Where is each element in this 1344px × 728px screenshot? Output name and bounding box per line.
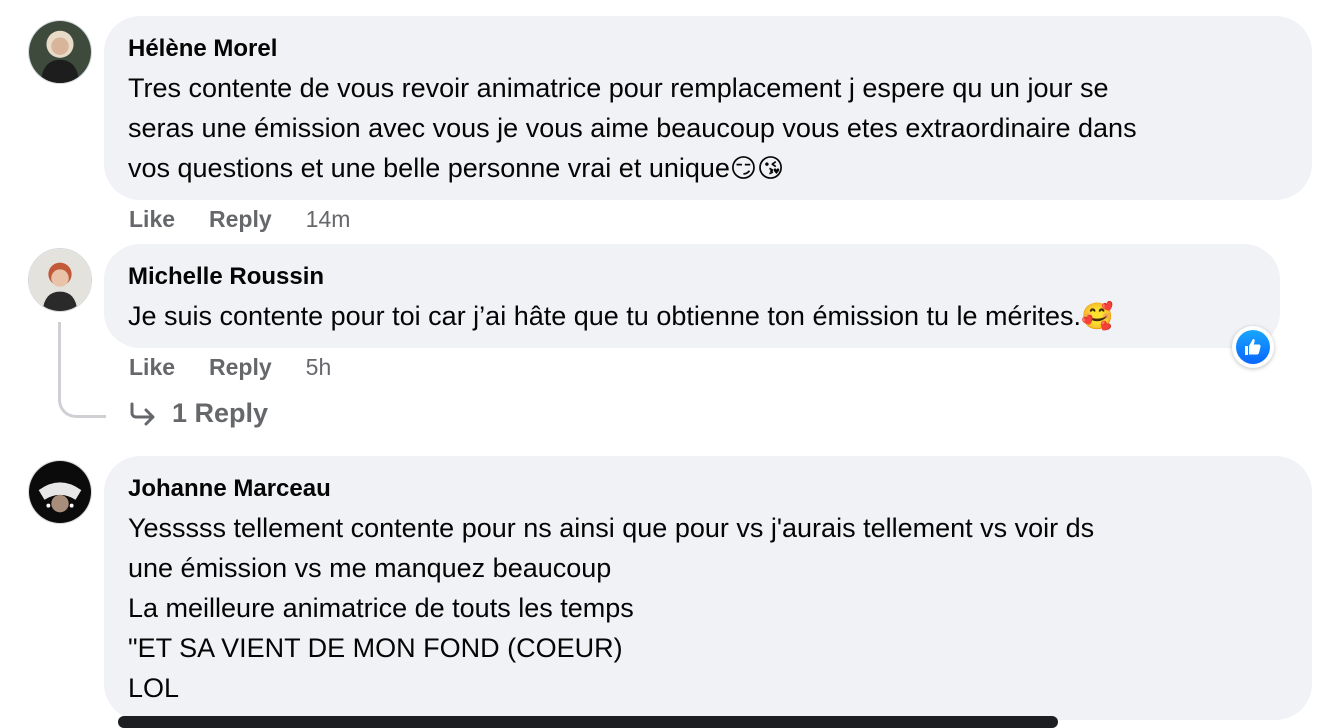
avatar[interactable] bbox=[28, 460, 92, 524]
reply-arrow-icon bbox=[130, 402, 155, 425]
comment-line: vos questions et une belle personne vrai… bbox=[128, 153, 730, 183]
thumbs-up-icon bbox=[1236, 330, 1270, 364]
comment-line: "ET SA VIENT DE MON FOND (COEUR) bbox=[128, 633, 623, 663]
comment-line: Yesssss tellement contente pour ns ainsi… bbox=[128, 513, 1095, 543]
comment-line: une émission vs me manquez beaucoup bbox=[128, 553, 612, 583]
comment-bubble: Johanne Marceau Yesssss tellement conten… bbox=[104, 456, 1312, 720]
like-button[interactable]: Like bbox=[129, 353, 175, 381]
thread-connector bbox=[58, 322, 106, 418]
comment-line-last: vos questions et une belle personne vrai… bbox=[128, 148, 1288, 189]
avatar[interactable] bbox=[28, 20, 92, 84]
comment-line-last: Je suis contente pour toi car j’ai hâte … bbox=[128, 296, 1256, 337]
comment-line: seras une émission avec vous je vous aim… bbox=[128, 113, 1137, 143]
comment-actions: Like Reply 14m bbox=[129, 205, 350, 233]
comment-author[interactable]: Michelle Roussin bbox=[128, 262, 1256, 292]
replies-count[interactable]: 1 Reply bbox=[172, 398, 268, 429]
comment-line: Je suis contente pour toi car j’ai hâte … bbox=[128, 301, 1082, 331]
attached-media-edge bbox=[118, 716, 1058, 728]
timestamp[interactable]: 14m bbox=[306, 205, 351, 233]
comment-author[interactable]: Johanne Marceau bbox=[128, 474, 1288, 504]
emoji: 😏😘 bbox=[729, 154, 785, 184]
like-button[interactable]: Like bbox=[129, 205, 175, 233]
emoji: 🥰 bbox=[1081, 302, 1114, 332]
comment-line: La meilleure animatrice de touts les tem… bbox=[128, 593, 634, 623]
comment-actions: Like Reply 5h bbox=[129, 353, 331, 381]
comment-author[interactable]: Hélène Morel bbox=[128, 34, 1288, 64]
reply-button[interactable]: Reply bbox=[209, 353, 272, 381]
avatar[interactable] bbox=[28, 248, 92, 312]
reaction-badge[interactable] bbox=[1232, 326, 1274, 368]
view-replies-link[interactable]: 1 Reply bbox=[128, 398, 268, 429]
comment-line: LOL bbox=[128, 673, 180, 703]
comment-bubble: Hélène Morel Tres contente de vous revoi… bbox=[104, 16, 1312, 200]
comment-line: Tres contente de vous revoir animatrice … bbox=[128, 73, 1109, 103]
reply-button[interactable]: Reply bbox=[209, 205, 272, 233]
timestamp[interactable]: 5h bbox=[306, 353, 332, 381]
comment-bubble: Michelle Roussin Je suis contente pour t… bbox=[104, 244, 1280, 348]
